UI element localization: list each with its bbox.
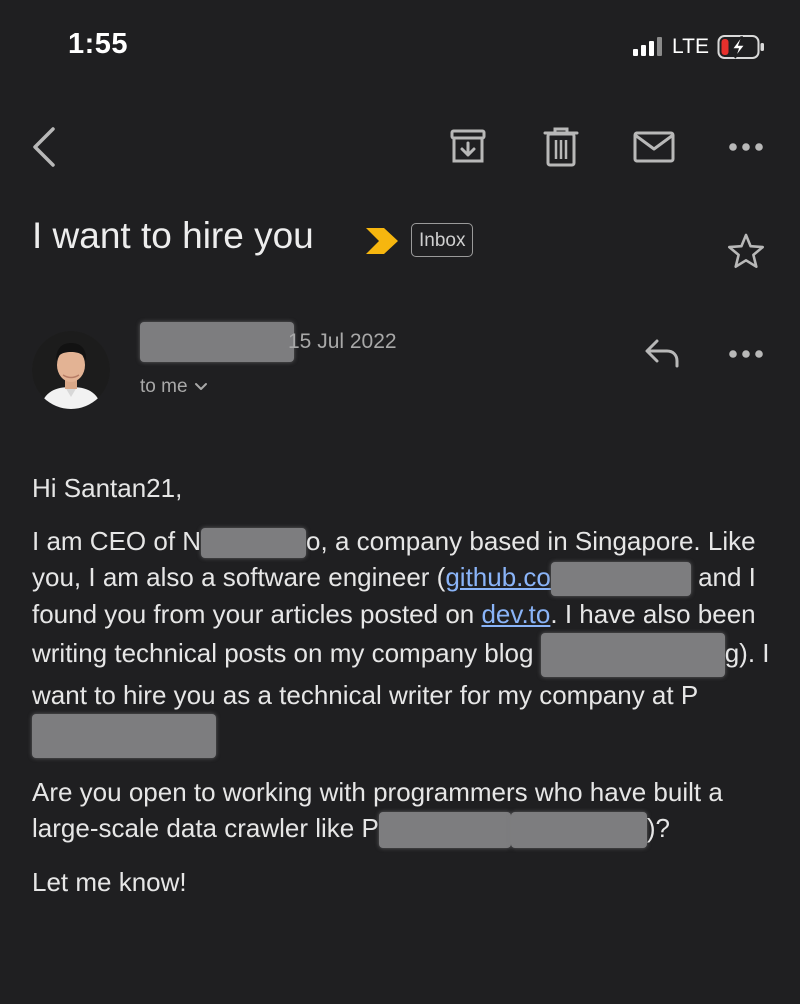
recipient-label: to me [140,376,188,397]
body-paragraph-2: Are you open to working with programmers… [32,774,772,849]
devto-link[interactable]: dev.to [481,599,550,629]
more-horizontal-icon [729,350,763,358]
recipient-details-toggle[interactable]: to me [140,376,208,398]
email-subject: I want to hire you [32,215,314,256]
trash-icon [543,127,579,167]
sender-avatar[interactable] [32,331,110,409]
back-button[interactable] [28,124,60,170]
star-icon [728,233,764,268]
redacted-company-url [32,713,216,758]
network-type: LTE [672,35,709,58]
archive-button[interactable] [449,128,487,166]
chevron-down-icon [194,383,207,390]
important-marker[interactable] [364,226,400,261]
redacted-crawler-name [378,812,511,849]
greeting: Hi Santan21, [32,473,183,503]
important-marker-icon [366,228,398,254]
more-options-button[interactable] [728,141,764,153]
redacted-crawler-url [510,812,647,849]
avatar-photo [32,331,110,409]
status-indicators: LTE [632,34,767,60]
body-text-run: )? [646,813,670,844]
more-horizontal-icon [729,143,763,151]
email-date: 15 Jul 2022 [288,330,397,353]
delete-button[interactable] [543,126,579,168]
redacted-github-path [550,562,691,597]
email-body: Hi Santan21, I am CEO of No, a company b… [32,470,772,917]
reply-icon [645,339,679,368]
status-time: 1:55 [68,28,129,60]
chevron-left-icon [33,127,55,167]
body-paragraph-1: I am CEO of No, a company based in Singa… [32,523,772,758]
reply-button[interactable] [643,337,681,374]
redacted-sender-name [140,322,294,362]
star-button[interactable] [726,232,766,275]
signal-icon [633,37,662,56]
redacted-blog-url [540,632,725,677]
redacted-company-name [201,527,307,558]
closing-line: Let me know! [32,867,187,898]
message-more-button[interactable] [728,347,764,365]
mail-icon [633,131,675,163]
battery-charging-icon [717,35,764,59]
archive-icon [450,129,486,163]
mark-unread-button[interactable] [633,131,675,163]
github-link[interactable]: github.co [445,562,551,592]
body-text-run: I am CEO of N [32,525,202,556]
label-chip-inbox[interactable]: Inbox [411,223,474,257]
